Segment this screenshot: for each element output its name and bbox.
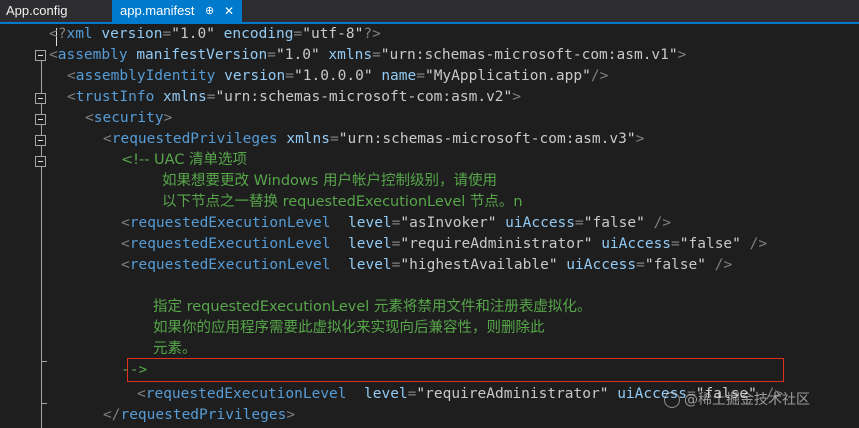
code-line-12: <requestedExecutionLevel level="highestA… <box>121 257 733 273</box>
comment-line: 以下节点之一替换 requestedExecutionLevel 节点。n <box>162 194 523 210</box>
code-line-19: </requestedPrivileges> <box>103 407 296 423</box>
outline-guide <box>41 50 42 428</box>
code-line-3: <assemblyIdentity version="1.0.0.0" name… <box>67 68 609 84</box>
collapse-icon[interactable] <box>35 135 46 146</box>
close-icon[interactable]: ✕ <box>224 0 234 22</box>
code-line-5: <security> <box>85 110 173 126</box>
code-line-6: <requestedPrivileges xmlns="urn:schemas-… <box>103 131 645 147</box>
outline-end-tick <box>41 361 47 362</box>
highlight-annotation-box <box>127 358 784 382</box>
collapse-icon[interactable] <box>35 50 46 61</box>
comment-line: 如果想要更改 Windows 用户帐户控制级别，请使用 <box>162 173 497 189</box>
tab-app-config[interactable]: App.config <box>0 0 112 22</box>
code-line-10: <requestedExecutionLevel level="asInvoke… <box>121 215 672 231</box>
code-line-1: <?xml version="1.0" encoding="utf-8"?> <box>49 26 381 42</box>
comment-line: 元素。 <box>153 341 197 357</box>
collapse-icon[interactable] <box>35 93 46 104</box>
comment-line: 指定 requestedExecutionLevel 元素将禁用文件和注册表虚拟… <box>153 299 592 315</box>
code-line-2: <assembly manifestVersion="1.0" xmlns="u… <box>49 47 687 63</box>
tab-app-manifest[interactable]: app.manifest ⊕ ✕ <box>112 0 242 22</box>
collapse-icon[interactable] <box>35 156 46 167</box>
tab-label: App.config <box>6 3 68 18</box>
collapse-icon[interactable] <box>35 114 46 125</box>
code-line-4: <trustInfo xmlns="urn:schemas-microsoft-… <box>67 89 521 105</box>
watermark-text: @稀土掘金技术社区 <box>684 392 810 408</box>
outline-end-tick <box>41 403 47 404</box>
tab-bar: App.config app.manifest ⊕ ✕ <box>0 0 859 24</box>
comment-line: <!-- UAC 清单选项 <box>121 152 248 168</box>
pin-icon[interactable]: ⊕ <box>205 0 214 22</box>
line-gutter <box>0 24 30 428</box>
comment-line: 如果你的应用程序需要此虚拟化来实现向后兼容性，则删除此 <box>153 320 545 336</box>
tab-label: app.manifest <box>120 3 195 18</box>
watermark-logo-icon <box>664 392 680 408</box>
code-line-11: <requestedExecutionLevel level="requireA… <box>121 236 768 252</box>
